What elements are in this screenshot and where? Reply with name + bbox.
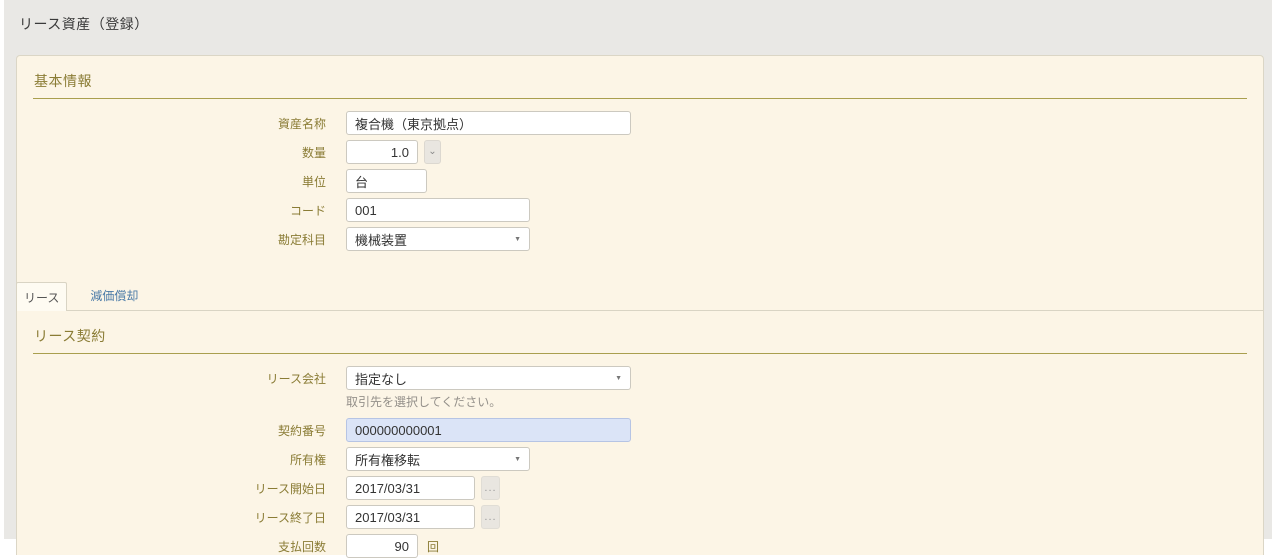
quantity-label: 数量 xyxy=(17,144,326,161)
tab-depreciation[interactable]: 減価償却 xyxy=(78,281,150,310)
ownership-select-value: 所有権移転 xyxy=(355,450,420,469)
page-title: リース資産（登録） xyxy=(4,0,1272,34)
chevron-down-icon: ⌄ xyxy=(428,147,436,157)
account-label: 勘定科目 xyxy=(17,231,326,248)
form-row-lease-company: リース会社 指定なし ▼ xyxy=(17,366,1263,390)
lease-company-select[interactable]: 指定なし ▼ xyxy=(346,366,631,390)
lease-start-date-input[interactable] xyxy=(346,476,475,500)
ellipsis-icon: ... xyxy=(484,512,496,523)
lease-contract-form: リース会社 指定なし ▼ 取引先を選択してください。 契約番号 所有権 xyxy=(17,354,1263,558)
contract-number-label: 契約番号 xyxy=(17,422,326,439)
quantity-input[interactable] xyxy=(346,140,418,164)
payment-count-label: 支払回数 xyxy=(17,538,326,555)
unit-label: 単位 xyxy=(17,173,326,190)
code-input[interactable] xyxy=(346,198,530,222)
account-select-value: 機械装置 xyxy=(355,230,407,249)
lease-company-hint: 取引先を選択してください。 xyxy=(346,395,1263,409)
lease-end-date-input[interactable] xyxy=(346,505,475,529)
dropdown-arrow-icon: ▼ xyxy=(514,236,521,243)
tab-depreciation-label: 減価償却 xyxy=(90,287,138,304)
asset-name-label: 資産名称 xyxy=(17,115,326,132)
unit-input[interactable] xyxy=(346,169,427,193)
lease-end-date-label: リース終了日 xyxy=(17,509,326,526)
lease-company-label: リース会社 xyxy=(17,370,326,387)
lease-asset-form-panel: 基本情報 資産名称 数量 ⌄ 単位 xyxy=(16,55,1264,555)
form-row-asset-name: 資産名称 xyxy=(17,111,1263,135)
basic-info-form: 資産名称 数量 ⌄ 単位 xyxy=(17,99,1263,251)
form-row-contract-number: 契約番号 xyxy=(17,418,1263,442)
quantity-stepper-button[interactable]: ⌄ xyxy=(424,140,441,164)
tab-bar: リース 減価償却 xyxy=(17,281,1263,311)
section-title-basic-info: 基本情報 xyxy=(33,56,1247,99)
asset-name-input[interactable] xyxy=(346,111,631,135)
form-row-code: コード xyxy=(17,198,1263,222)
ownership-label: 所有権 xyxy=(17,451,326,468)
lease-company-select-value: 指定なし xyxy=(355,369,407,388)
form-row-quantity: 数量 ⌄ xyxy=(17,140,1263,164)
code-label: コード xyxy=(17,202,326,219)
payment-count-input[interactable] xyxy=(346,534,418,558)
lease-end-date-picker-button[interactable]: ... xyxy=(481,505,500,529)
section-title-lease-contract: リース契約 xyxy=(33,311,1247,354)
form-row-lease-start-date: リース開始日 ... xyxy=(17,476,1263,500)
account-select[interactable]: 機械装置 ▼ xyxy=(346,227,530,251)
lease-start-date-picker-button[interactable]: ... xyxy=(481,476,500,500)
dropdown-arrow-icon: ▼ xyxy=(615,375,622,382)
form-row-lease-end-date: リース終了日 ... xyxy=(17,505,1263,529)
payment-count-suffix: 回 xyxy=(427,538,439,555)
form-row-ownership: 所有権 所有権移転 ▼ xyxy=(17,447,1263,471)
tab-lease-label: リース xyxy=(24,289,59,306)
form-row-unit: 単位 xyxy=(17,169,1263,193)
form-row-payment-count: 支払回数 回 xyxy=(17,534,1263,558)
tab-lease[interactable]: リース xyxy=(16,282,67,311)
app-background: リース資産（登録） 基本情報 資産名称 数量 ⌄ 単位 xyxy=(4,0,1272,539)
ownership-select[interactable]: 所有権移転 ▼ xyxy=(346,447,530,471)
form-row-account: 勘定科目 機械装置 ▼ xyxy=(17,227,1263,251)
ellipsis-icon: ... xyxy=(484,483,496,494)
contract-number-input[interactable] xyxy=(346,418,631,442)
dropdown-arrow-icon: ▼ xyxy=(514,456,521,463)
lease-start-date-label: リース開始日 xyxy=(17,480,326,497)
